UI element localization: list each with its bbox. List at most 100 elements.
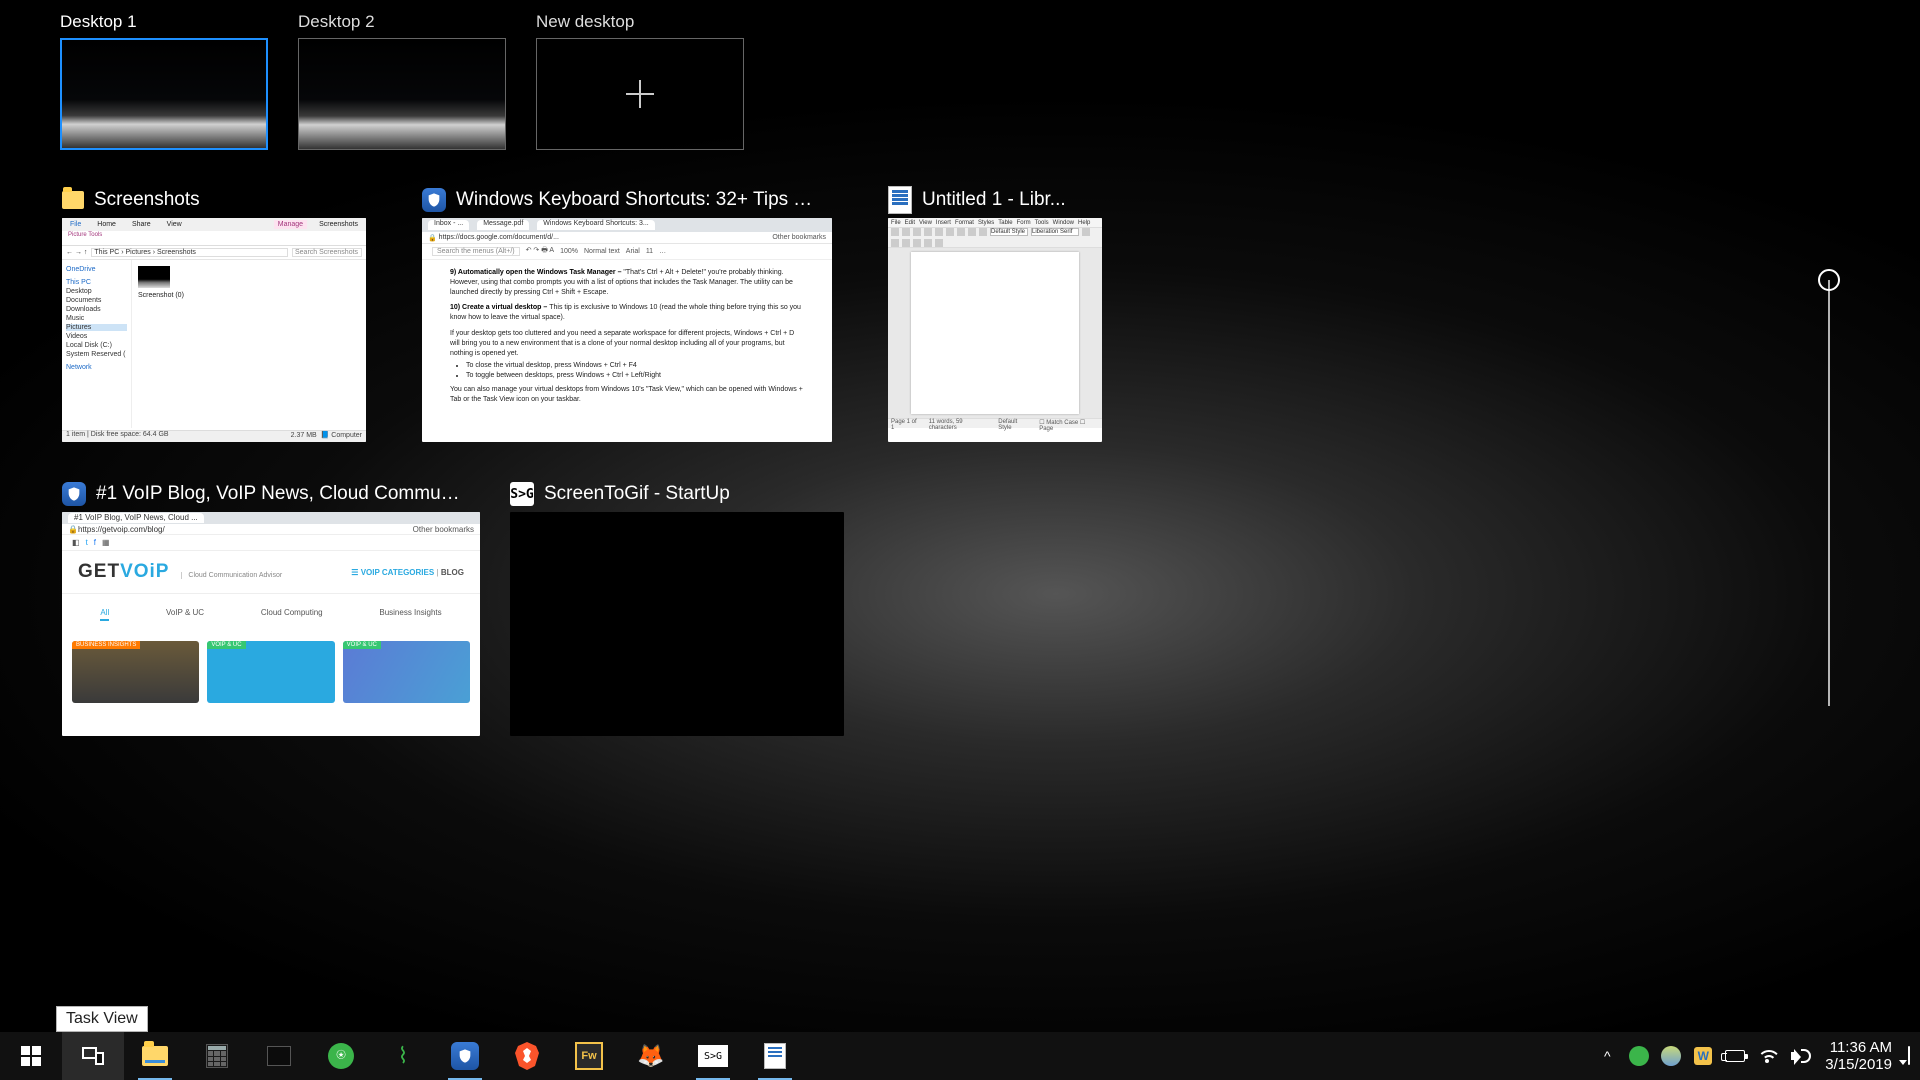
tray-app-1[interactable] [1629,1046,1649,1066]
window-writer[interactable]: Untitled 1 - Libr... File Edit View Inse… [888,186,1102,442]
taskbar: ⍟ ⌇ Fw 🦊 S>G ^ W [0,1032,1920,1080]
virtual-desktop-2[interactable]: Desktop 2 [298,12,506,150]
window-screentogif[interactable]: S>G ScreenToGif - StartUp [510,480,844,736]
gv-card3-tag: VOIP & UC [343,641,381,649]
explorer-tab-view: View [163,220,186,229]
gv-bookmarks: Other bookmarks [413,525,474,534]
task-view-button[interactable] [62,1032,124,1080]
tray-volume[interactable] [1789,1046,1809,1066]
explorer-tab-home: Home [93,220,120,229]
taskbar-browser[interactable] [434,1032,496,1080]
gv-nav-categories: VOIP CATEGORIES [361,568,435,577]
gv-tab-cloud: Cloud Computing [261,608,323,621]
nav-thispc: This PC [66,279,127,286]
gdoc-style: Normal text [584,248,620,255]
window-s2g-thumb[interactable] [510,512,844,736]
w-font: Liberation Serif [1031,228,1079,236]
start-button[interactable] [0,1032,62,1080]
nav-pictures: Pictures [66,324,127,331]
gv-url: https://getvoip.com/blog/ [78,525,413,534]
virtual-desktop-1-label: Desktop 1 [60,12,268,32]
tray-app-3[interactable]: W [1693,1046,1713,1066]
taskbar-file-explorer[interactable] [124,1032,186,1080]
gdoc-p9-bold: 9) Automatically open the Windows Task M… [450,269,623,276]
nav-desktop: Desktop [66,288,127,295]
taskbar-libreoffice-writer[interactable] [744,1032,806,1080]
rss-icon: ⌇ [398,1043,409,1069]
taskbar-clock[interactable]: 11:36 AM 3/15/2019 [1825,1039,1892,1074]
nav-network: Network [66,364,127,371]
calculator-icon [206,1044,228,1068]
w-menu-edit: Edit [905,220,915,226]
virtual-desktop-2-thumb[interactable] [298,38,506,150]
tray-landscape-icon [1661,1046,1681,1066]
screentogif-icon: S>G [510,482,534,506]
window-writer-thumb[interactable]: File Edit View Insert Format Styles Tabl… [888,218,1102,442]
w-menu-tools: Tools [1035,220,1049,226]
window-voip-blog[interactable]: #1 VoIP Blog, VoIP News, Cloud Communica… [62,480,480,736]
writer-icon [888,186,912,214]
taskbar-screentogif[interactable]: S>G [682,1032,744,1080]
w-style: Default Style [990,228,1028,236]
virtual-desktops-strip: Desktop 1 Desktop 2 New desktop [60,12,744,150]
virtual-desktop-1[interactable]: Desktop 1 [60,12,268,150]
explorer-tab-share: Share [128,220,155,229]
timeline-knob[interactable] [1818,269,1840,291]
plus-icon [626,80,654,108]
window-shortcuts-title: Windows Keyboard Shortcuts: 32+ Tips To … [456,189,816,211]
virtual-desktop-1-thumb[interactable] [60,38,268,150]
explorer-status-size: 2.37 MB [291,432,317,439]
gv-tab-bi: Business Insights [379,608,441,621]
taskbar-app-green[interactable]: ⍟ [310,1032,372,1080]
nav-sysres: System Reserved ( [66,351,127,358]
taskbar-fireworks[interactable]: Fw [558,1032,620,1080]
open-windows-grid: Screenshots File Home Share View Manage … [62,186,1182,774]
chevron-up-icon: ^ [1604,1048,1611,1064]
browser-icon [422,188,446,212]
tray-battery[interactable] [1725,1046,1745,1066]
action-center-button[interactable] [1908,1047,1910,1065]
taskbar-gimp[interactable]: 🦊 [620,1032,682,1080]
tray-wifi[interactable] [1757,1046,1777,1066]
terminal-icon [267,1046,291,1066]
taskbar-terminal[interactable] [248,1032,310,1080]
timeline-scrubber[interactable] [1828,280,1830,706]
taskbar-calculator[interactable] [186,1032,248,1080]
explorer-tab-manage: Manage [274,220,307,229]
system-tray: ^ W [1597,1046,1809,1066]
windows-logo-icon [21,1046,41,1066]
tray-app-2[interactable] [1661,1046,1681,1066]
w-menu-help: Help [1078,220,1090,226]
explorer-path: This PC › Pictures › Screenshots [91,248,288,257]
window-voip-thumb[interactable]: #1 VoIP Blog, VoIP News, Cloud ... 🔒 htt… [62,512,480,736]
browser-tab-1: Inbox - ... [428,220,469,230]
gdoc-font: Arial [626,248,640,255]
new-desktop[interactable]: New desktop [536,12,744,150]
file-thumb [138,266,170,288]
tray-w-icon: W [1694,1047,1712,1065]
w-menu-styles: Styles [978,220,994,226]
explorer-status-left: 1 item | Disk free space: 64.4 GB [66,431,169,442]
clock-time: 11:36 AM [1825,1039,1892,1056]
window-writer-title: Untitled 1 - Libr... [922,189,1066,211]
window-shortcuts-doc[interactable]: Windows Keyboard Shortcuts: 32+ Tips To … [422,186,832,442]
gimp-icon: 🦊 [637,1043,664,1069]
gv-card1-tag: BUSINESS INSIGHTS [72,641,140,649]
w-status-style: Default Style [998,419,1031,428]
explorer-tab-file: File [66,220,85,229]
new-desktop-thumb[interactable] [536,38,744,150]
window-screenshots[interactable]: Screenshots File Home Share View Manage … [62,186,366,442]
w-page [911,252,1080,414]
taskbar-feed-reader[interactable]: ⌇ [372,1032,434,1080]
taskbar-brave[interactable] [496,1032,558,1080]
nav-documents: Documents [66,297,127,304]
gdoc-p10a: If your desktop gets too cluttered and y… [450,329,804,358]
green-circle-icon: ⍟ [328,1043,354,1069]
window-shortcuts-thumb[interactable]: Inbox - ... Message.pdf Windows Keyboard… [422,218,832,442]
tray-green-icon [1629,1046,1649,1066]
window-screenshots-thumb[interactable]: File Home Share View Manage Screenshots … [62,218,366,442]
window-screenshots-title: Screenshots [94,189,200,211]
window-s2g-title: ScreenToGif - StartUp [544,483,730,505]
tray-overflow[interactable]: ^ [1597,1046,1617,1066]
new-desktop-label: New desktop [536,12,744,32]
